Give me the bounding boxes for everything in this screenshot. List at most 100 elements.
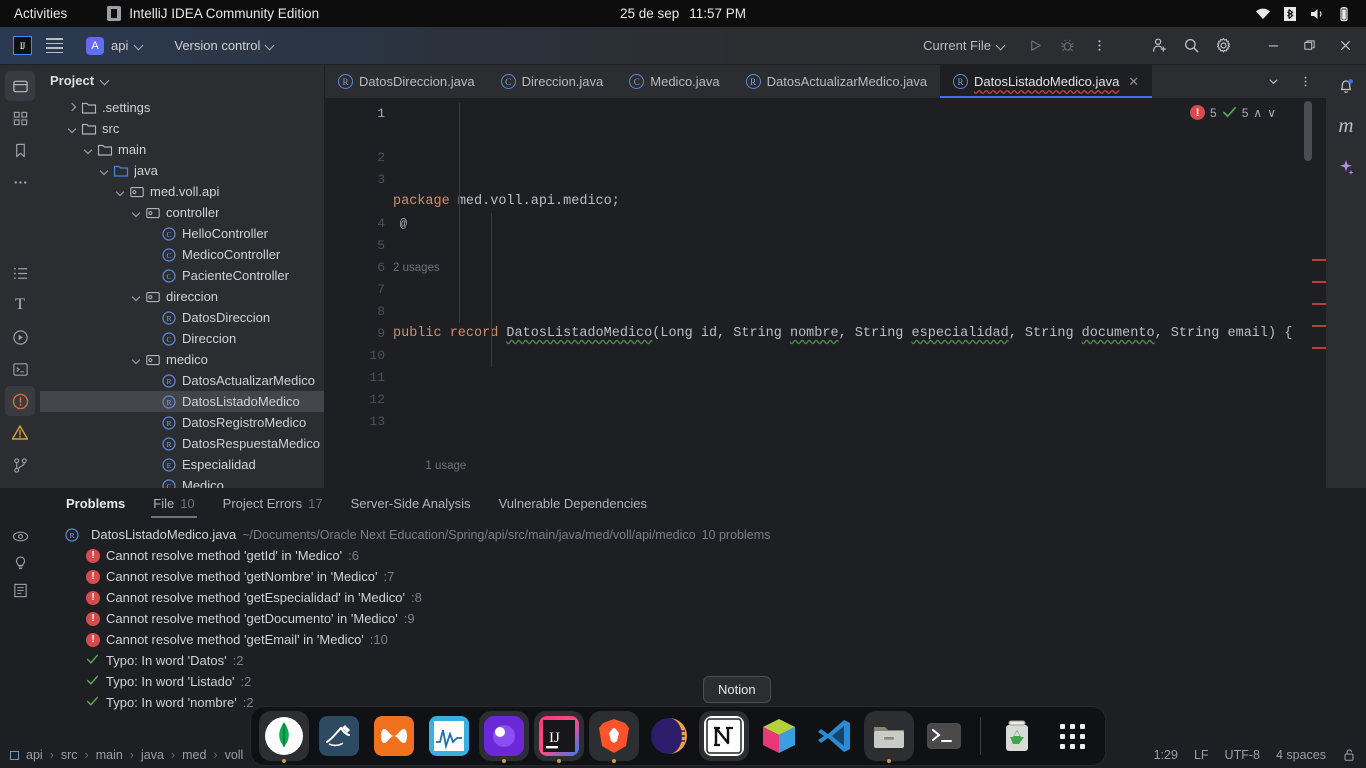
- activities-button[interactable]: Activities: [14, 6, 67, 21]
- sidebar-item-warnings[interactable]: [5, 418, 35, 448]
- dock-item-vscode[interactable]: [809, 711, 859, 761]
- chevron-down-icon[interactable]: [130, 290, 143, 303]
- error-marker[interactable]: [1312, 281, 1326, 283]
- breadcrumb-item[interactable]: main: [96, 748, 123, 762]
- gnome-clock[interactable]: 25 de sep 11:57 PM: [620, 6, 746, 21]
- dock-item-brave-browser[interactable]: [589, 711, 639, 763]
- debug-button[interactable]: [1052, 31, 1082, 61]
- tree-node-direccion[interactable]: direccion: [40, 286, 324, 307]
- usage-hint-2[interactable]: 1 usage: [393, 455, 1326, 477]
- problem-row[interactable]: ! Cannot resolve method 'getEspecialidad'…: [40, 587, 1366, 608]
- problem-row[interactable]: ! Cannot resolve method 'getEmail' in 'Me…: [40, 629, 1366, 650]
- search-everywhere-button[interactable]: [1176, 31, 1206, 61]
- dock-item-trash[interactable]: [992, 711, 1042, 761]
- sidebar-item-more[interactable]: [5, 167, 35, 197]
- project-tree[interactable]: .settings src main java med.voll.api controll…: [40, 95, 324, 488]
- line-number-7[interactable]: 7: [325, 279, 393, 301]
- gutter-hint-row[interactable]: [325, 125, 393, 147]
- line-number-11[interactable]: 11: [325, 367, 393, 389]
- show-applications-button[interactable]: [1047, 711, 1097, 761]
- tree-node-datosrespuestamedico[interactable]: R DatosRespuestaMedico: [40, 433, 324, 454]
- settings-button[interactable]: [1208, 31, 1238, 61]
- chevron-down-icon[interactable]: [66, 122, 79, 135]
- dock-item-mysql-workbench[interactable]: [314, 711, 364, 761]
- chevron-down-icon[interactable]: [130, 206, 143, 219]
- sidebar-item-problems[interactable]: [5, 386, 35, 416]
- sidebar-item-project[interactable]: [5, 71, 35, 101]
- chevron-right-icon[interactable]: [66, 101, 79, 114]
- problem-row[interactable]: ! Cannot resolve method 'getDocumento' in…: [40, 608, 1366, 629]
- main-menu-button[interactable]: [38, 31, 70, 61]
- breadcrumb-item[interactable]: java: [141, 748, 164, 762]
- tree-node-java[interactable]: java: [40, 160, 324, 181]
- line-number-4[interactable]: 4 @: [325, 213, 407, 235]
- minimize-button[interactable]: [1256, 31, 1290, 61]
- tree-node-controller[interactable]: controller: [40, 202, 324, 223]
- usage-hint-1[interactable]: 2 usages: [393, 257, 1326, 279]
- line-number-2[interactable]: 2: [325, 147, 393, 169]
- close-button[interactable]: [1328, 31, 1362, 61]
- tree-node-medico[interactable]: medico: [40, 349, 324, 370]
- editor-gutter[interactable]: 1 2 3 4 @5 6 7 8 9 10 11 12 13: [325, 99, 407, 488]
- sidebar-item-services[interactable]: [5, 322, 35, 352]
- lightbulb-icon[interactable]: [12, 555, 29, 572]
- more-actions-button[interactable]: [1084, 31, 1114, 61]
- tree-node-datosdireccion[interactable]: R DatosDireccion: [40, 307, 324, 328]
- problem-row[interactable]: ! Cannot resolve method 'getNombre' in 'M…: [40, 566, 1366, 587]
- line-number-8[interactable]: 8: [325, 301, 393, 323]
- breadcrumb-item[interactable]: src: [61, 748, 78, 762]
- system-tray[interactable]: [1255, 6, 1352, 22]
- editor-tab-actions[interactable]: [1258, 65, 1326, 98]
- editor-tab-datosactualizarmedico[interactable]: R DatosActualizarMedico.java: [733, 65, 940, 98]
- error-marker[interactable]: [1312, 347, 1326, 349]
- editor-tab-datosdireccion[interactable]: R DatosDireccion.java: [325, 65, 488, 98]
- notifications-button[interactable]: [1331, 71, 1361, 101]
- problems-tab-problems[interactable]: Problems: [52, 488, 139, 518]
- project-selector[interactable]: A api: [78, 33, 152, 59]
- editor-scrollbar[interactable]: [1304, 101, 1312, 161]
- problems-tab-vulnerable-dependencies[interactable]: Vulnerable Dependencies: [485, 488, 661, 518]
- sidebar-item-git-branch[interactable]: [5, 450, 35, 480]
- error-marker[interactable]: [1312, 259, 1326, 261]
- dock-item-mongodb-compass[interactable]: [259, 711, 309, 763]
- ai-assistant-button[interactable]: [1331, 152, 1361, 182]
- run-button[interactable]: [1020, 31, 1050, 61]
- error-stripe-marker-bar[interactable]: [1312, 99, 1326, 488]
- breadcrumb-item[interactable]: med: [182, 748, 206, 762]
- inspection-widget[interactable]: ! 5 5 ∧ ∨: [1186, 103, 1280, 122]
- ij-logo-button[interactable]: IJ: [6, 31, 38, 61]
- line-number-12[interactable]: 12: [325, 389, 393, 411]
- show-tabs-list-button[interactable]: [1258, 67, 1288, 97]
- tree-node-med-voll-api[interactable]: med.voll.api: [40, 181, 324, 202]
- editor-tab-bar[interactable]: R DatosDireccion.java C Direccion.java C Medi…: [325, 65, 1326, 99]
- next-problem-button[interactable]: ∨: [1267, 106, 1276, 120]
- problems-file-row[interactable]: R DatosListadoMedico.java ~/Documents/Orac…: [40, 524, 1366, 545]
- maximize-button[interactable]: [1292, 31, 1326, 61]
- sidebar-item-commit[interactable]: [5, 103, 35, 133]
- dock-item-postman[interactable]: [479, 711, 529, 763]
- line-number-9[interactable]: 9: [325, 323, 393, 345]
- caret-position[interactable]: 1:29: [1154, 748, 1178, 762]
- line-number-6[interactable]: 6: [325, 257, 393, 279]
- tree-node-especialidad[interactable]: E Especialidad: [40, 454, 324, 475]
- dock-item-intellij-idea[interactable]: IJ: [534, 711, 584, 763]
- tree-node-medicocontroller[interactable]: C MedicoController: [40, 244, 324, 265]
- tree-node--settings[interactable]: .settings: [40, 97, 324, 118]
- dock-item-insomnia[interactable]: [644, 711, 694, 761]
- chevron-down-icon[interactable]: [82, 143, 95, 156]
- problem-row[interactable]: ! Cannot resolve method 'getId' in 'Medic…: [40, 545, 1366, 566]
- line-number-13[interactable]: 13: [325, 411, 393, 433]
- code-with-me-button[interactable]: [1144, 31, 1174, 61]
- tree-node-datoslistadomedico[interactable]: R DatosListadoMedico: [40, 391, 324, 412]
- editor-options-button[interactable]: [1290, 67, 1320, 97]
- tree-node-medico[interactable]: C Medico: [40, 475, 324, 488]
- sidebar-item-terminal[interactable]: [5, 354, 35, 384]
- tree-node-pacientecontroller[interactable]: C PacienteController: [40, 265, 324, 286]
- editor-tab-medico[interactable]: C Medico.java: [616, 65, 732, 98]
- problems-tab-server-side-analysis[interactable]: Server-Side Analysis: [337, 488, 485, 518]
- editor-code[interactable]: package med.voll.api.medico; 2 usages pu…: [393, 99, 1326, 488]
- documentation-icon[interactable]: [12, 582, 29, 599]
- problem-row[interactable]: Typo: In word 'Datos':2: [40, 650, 1366, 671]
- dock-item-terminal[interactable]: [919, 711, 969, 761]
- dock-item-notion[interactable]: [699, 711, 749, 761]
